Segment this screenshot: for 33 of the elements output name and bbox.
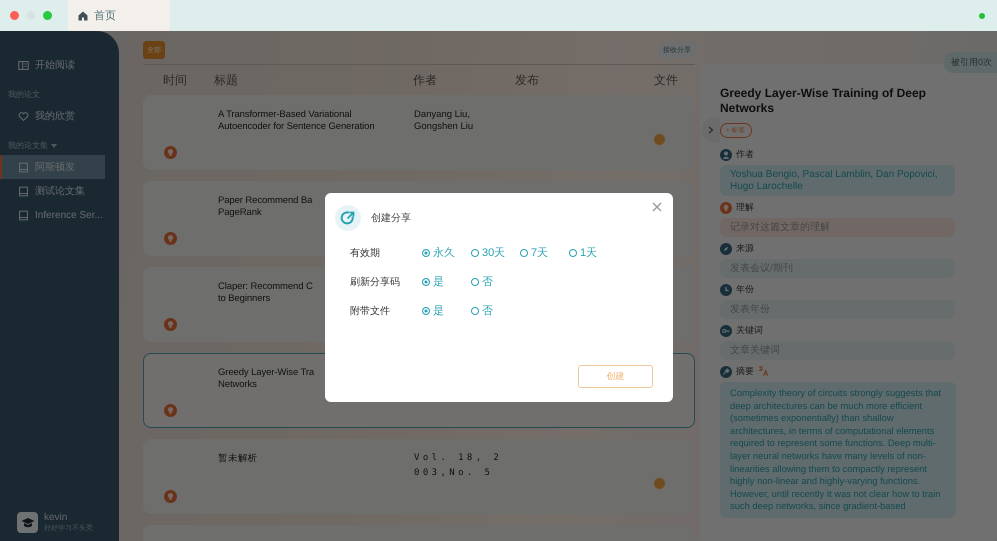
paper-title: Claper: Recommend C bbox=[218, 281, 313, 293]
paper-authors: Vol. 18, 2 bbox=[414, 452, 502, 465]
column-header: 时间 bbox=[163, 72, 188, 89]
paper-authors: 003,No. 5 bbox=[414, 467, 494, 480]
paper-title: Greedy Layer-Wise Training of Deep Networks bbox=[720, 86, 927, 116]
paper-title: Greedy Layer-Wise Tra bbox=[218, 367, 314, 379]
paper-authors: Danyang Liu, bbox=[414, 109, 470, 121]
column-header: 作者 bbox=[413, 72, 438, 89]
option-label: 有效期 bbox=[350, 246, 381, 260]
paper-title: Autoencoder for Sentence Generation bbox=[218, 121, 375, 133]
abstract-text: Complexity theory of circuits strongly suggests that deep architectures can be much more efficient (sometimes exponentially) than shallow architectures, in terms of computational elements required to represent some functions. Deep multi-layer neural networks have many levels of non-linearities allowing them to compactly represent highly non-linear and highly-varying functions. However, until recently it was not clear how to train such deep networks, since gradient-based bbox=[720, 382, 956, 518]
dialog-title: 创建分享 bbox=[371, 212, 411, 225]
option-label: 刷新分享码 bbox=[350, 276, 401, 288]
option-label: 附带文件 bbox=[350, 304, 391, 318]
user-name: kevin bbox=[44, 512, 68, 523]
paper-title: A Transformer-Based Variational bbox=[218, 109, 352, 121]
column-header: 发布 bbox=[515, 72, 540, 89]
field-label: 理解 bbox=[736, 201, 754, 214]
citation-badge: 被引用0次 bbox=[944, 52, 997, 73]
field-label: 关键词 bbox=[736, 324, 763, 337]
field-label: 作者 bbox=[736, 148, 754, 161]
paper-title: PageRank bbox=[218, 207, 262, 219]
paper-title: Paper Recommend Ba bbox=[218, 195, 312, 207]
field-label: 年份 bbox=[736, 283, 754, 296]
paper-title: Networks bbox=[218, 379, 257, 391]
field-label: 摘要 bbox=[736, 365, 754, 378]
field-label: 来源 bbox=[736, 242, 754, 255]
column-header: 文件 bbox=[654, 72, 679, 89]
paper-authors: Gongshen Liu bbox=[414, 121, 474, 133]
paper-title: 暂未解析 bbox=[218, 453, 258, 465]
author-value: Yoshua Bengio, Pascal Lamblin, Dan Popovici, Hugo Larochelle bbox=[720, 165, 955, 196]
paper-title: to Beginners bbox=[218, 293, 270, 305]
column-header: 标题 bbox=[214, 72, 239, 89]
